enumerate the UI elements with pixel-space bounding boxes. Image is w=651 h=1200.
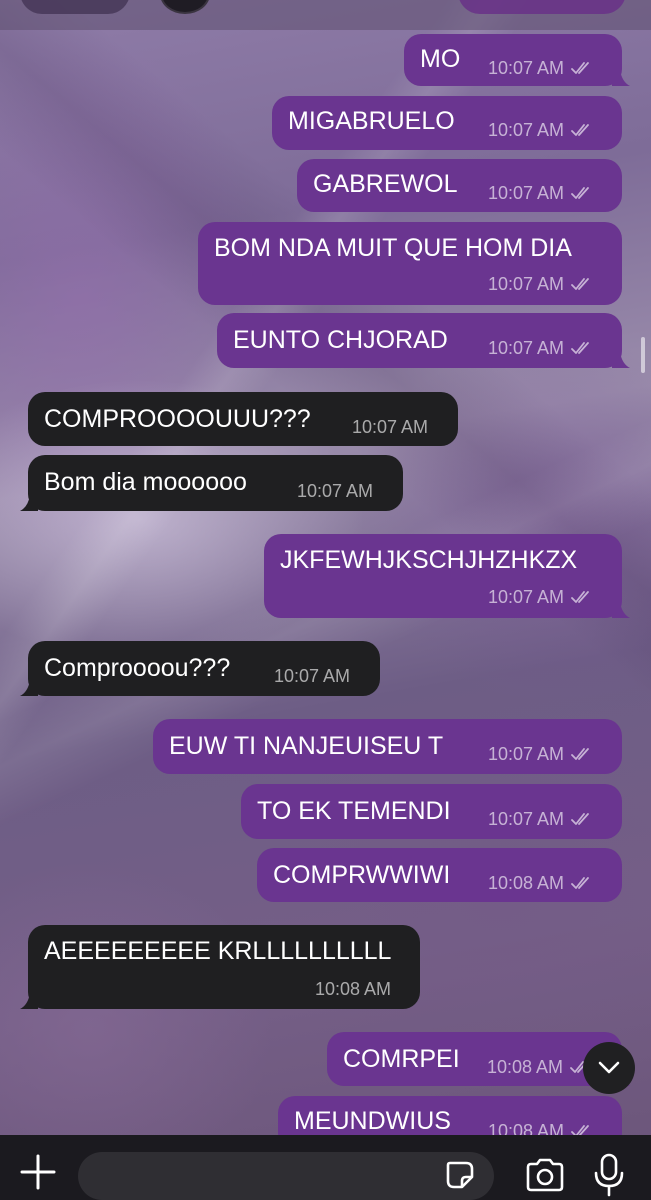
- message-timestamp: 10:07 AM: [297, 481, 374, 501]
- message-meta: 10:07 AM: [488, 338, 593, 358]
- microphone-icon[interactable]: [592, 1153, 626, 1197]
- message-text: Comproooou???: [44, 654, 231, 682]
- message-timestamp: 10:07 AM: [488, 183, 565, 203]
- message-text: JKFEWHJKSCHJHZHKZX: [280, 546, 578, 574]
- message-timestamp: 10:07 AM: [488, 120, 565, 140]
- header-back-pill[interactable]: [20, 0, 130, 14]
- message-meta: 10:07 AM: [352, 417, 428, 437]
- message-timestamp: 10:08 AM: [487, 1057, 564, 1077]
- read-receipt-icon: [571, 124, 589, 136]
- outgoing-message[interactable]: MO 10:07 AM: [404, 34, 630, 86]
- incoming-message[interactable]: Bom dia moooooo 10:07 AM: [20, 455, 403, 511]
- message-timestamp: 10:07 AM: [488, 587, 565, 607]
- chevron-down-icon: [598, 1061, 620, 1074]
- composer-bar: [0, 1135, 651, 1200]
- header-action-pill[interactable]: [458, 0, 626, 14]
- message-timestamp: 10:08 AM: [488, 873, 565, 893]
- incoming-message[interactable]: AEEEEEEEEE KRLLLLLLLLLL 10:08 AM: [20, 925, 420, 1009]
- message-text: AEEEEEEEEE KRLLLLLLLLLL: [44, 937, 392, 965]
- bubble-tail: [612, 70, 630, 86]
- message-text: EUNTO CHJORAD: [233, 326, 448, 354]
- chat-header: [0, 0, 651, 30]
- message-text: MIGABRUELO: [288, 107, 455, 135]
- message-text: TO EK TEMENDI: [257, 797, 451, 825]
- message-timestamp: 10:07 AM: [274, 666, 351, 686]
- message-timestamp: 10:07 AM: [488, 744, 565, 764]
- message-input[interactable]: [78, 1152, 494, 1200]
- scrollbar[interactable]: [641, 337, 645, 373]
- message-text: Bom dia moooooo: [44, 468, 247, 496]
- message-text: COMPROOOOUUU???: [44, 405, 311, 433]
- message-meta: 10:08 AM: [488, 873, 593, 893]
- message-timestamp: 10:07 AM: [488, 274, 565, 294]
- plus-icon[interactable]: [18, 1152, 58, 1192]
- message-text: COMRPEI: [343, 1045, 460, 1073]
- message-meta: 10:07 AM: [488, 183, 593, 203]
- read-receipt-icon: [571, 342, 589, 354]
- bubble-tail: [612, 352, 630, 368]
- message-timestamp: 10:08 AM: [315, 979, 392, 999]
- message-text: GABREWOL: [313, 170, 458, 198]
- message-timestamp: 10:07 AM: [488, 338, 565, 358]
- message-meta: 10:07 AM: [297, 481, 373, 501]
- scroll-to-bottom-button[interactable]: [583, 1042, 635, 1094]
- outgoing-message[interactable]: BOM NDA MUIT QUE HOM DIA 10:07 AM: [198, 222, 622, 305]
- outgoing-message[interactable]: MIGABRUELO 10:07 AM: [272, 96, 622, 150]
- sticker-icon[interactable]: [444, 1159, 476, 1191]
- message-meta: 10:08 AM: [315, 979, 391, 999]
- bubble-tail: [612, 602, 630, 618]
- read-receipt-icon: [571, 278, 589, 290]
- message-meta: 10:07 AM: [488, 58, 593, 78]
- bubble-tail: [20, 495, 38, 511]
- read-receipt-icon: [571, 748, 589, 760]
- read-receipt-icon: [571, 813, 589, 825]
- camera-icon[interactable]: [524, 1157, 566, 1193]
- message-meta: 10:07 AM: [488, 744, 593, 764]
- message-timestamp: 10:07 AM: [352, 417, 429, 437]
- incoming-message[interactable]: COMPROOOOUUU??? 10:07 AM: [28, 392, 458, 446]
- incoming-message[interactable]: Comproooou??? 10:07 AM: [20, 641, 380, 696]
- message-meta: 10:07 AM: [488, 274, 593, 294]
- message-meta: 10:07 AM: [274, 666, 350, 686]
- avatar[interactable]: [160, 0, 210, 14]
- outgoing-message[interactable]: GABREWOL 10:07 AM: [297, 159, 622, 212]
- message-text: MEUNDWIUS: [294, 1107, 451, 1135]
- outgoing-message[interactable]: TO EK TEMENDI 10:07 AM: [241, 784, 622, 839]
- message-meta: 10:07 AM: [488, 120, 593, 140]
- message-meta: 10:08 AM: [487, 1057, 592, 1077]
- read-receipt-icon: [571, 877, 589, 889]
- bubble-tail: [20, 680, 38, 696]
- read-receipt-icon: [571, 591, 589, 603]
- message-text: COMPRWWIWI: [273, 861, 451, 889]
- bubble-tail: [20, 993, 38, 1009]
- outgoing-message[interactable]: JKFEWHJKSCHJHZHKZX 10:07 AM: [264, 534, 630, 618]
- message-timestamp: 10:07 AM: [488, 809, 565, 829]
- outgoing-message[interactable]: COMPRWWIWI 10:08 AM: [257, 848, 622, 902]
- outgoing-message[interactable]: COMRPEI 10:08 AM: [327, 1032, 630, 1086]
- message-text: BOM NDA MUIT QUE HOM DIA: [214, 234, 572, 262]
- outgoing-message[interactable]: EUNTO CHJORAD 10:07 AM: [217, 313, 630, 368]
- read-receipt-icon: [571, 62, 589, 74]
- read-receipt-icon: [571, 187, 589, 199]
- outgoing-message[interactable]: EUW TI NANJEUISEU T 10:07 AM: [153, 719, 622, 774]
- message-meta: 10:07 AM: [488, 587, 593, 607]
- message-text: MO: [420, 45, 461, 73]
- message-text: EUW TI NANJEUISEU T: [169, 732, 444, 760]
- message-timestamp: 10:07 AM: [488, 58, 565, 78]
- message-meta: 10:07 AM: [488, 809, 593, 829]
